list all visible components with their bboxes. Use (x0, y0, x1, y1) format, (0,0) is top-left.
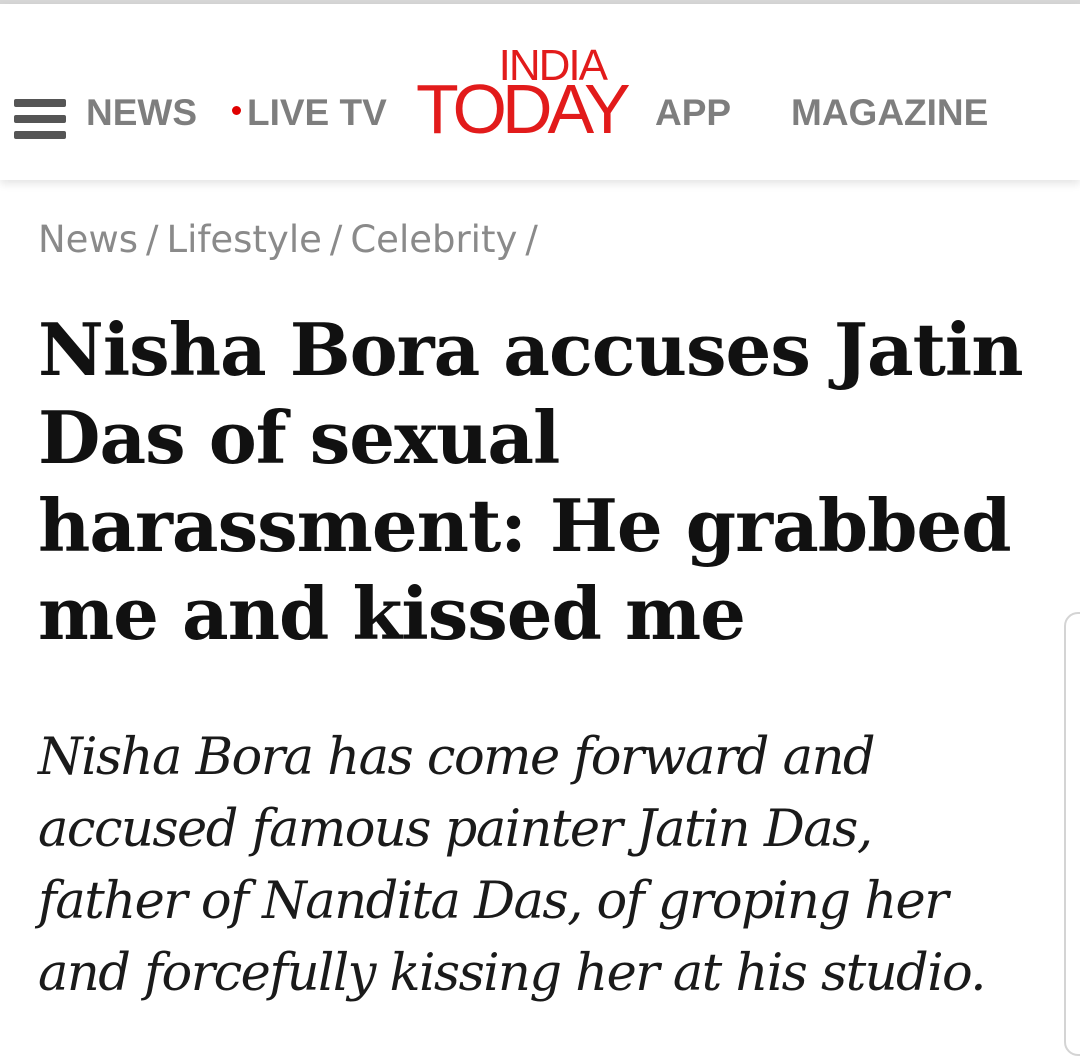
breadcrumb-celebrity-link[interactable]: Celebrity (350, 218, 517, 261)
article-summary: Nisha Bora has come forward and accused … (38, 728, 987, 1003)
breadcrumb-separator: / (145, 218, 159, 261)
logo-today-text: TODAY (416, 70, 631, 148)
hamburger-menu-icon[interactable] (14, 99, 66, 143)
nav-app-link[interactable]: APP (655, 92, 731, 134)
nav-live-tv-label: LIVE TV (247, 92, 387, 133)
article-headline: Nisha Bora accuses Jatin Das of sexual h… (38, 307, 1024, 656)
edge-scroll-handle[interactable] (1064, 612, 1080, 1056)
india-today-logo[interactable]: INDIA TODAY (416, 44, 634, 148)
nav-news-link[interactable]: NEWS (86, 92, 197, 134)
breadcrumb: News / Lifestyle / Celebrity / (38, 216, 546, 264)
breadcrumb-separator: / (525, 218, 538, 261)
site-header: NEWS LIVE TV INDIA TODAY APP MAGAZINE (0, 4, 1080, 180)
nav-magazine-link[interactable]: MAGAZINE (791, 92, 988, 134)
breadcrumb-news-link[interactable]: News (38, 218, 138, 261)
breadcrumb-lifestyle-link[interactable]: Lifestyle (166, 218, 321, 261)
breadcrumb-separator: / (329, 218, 343, 261)
live-dot-icon (232, 106, 241, 115)
nav-live-tv-link[interactable]: LIVE TV (232, 92, 387, 134)
